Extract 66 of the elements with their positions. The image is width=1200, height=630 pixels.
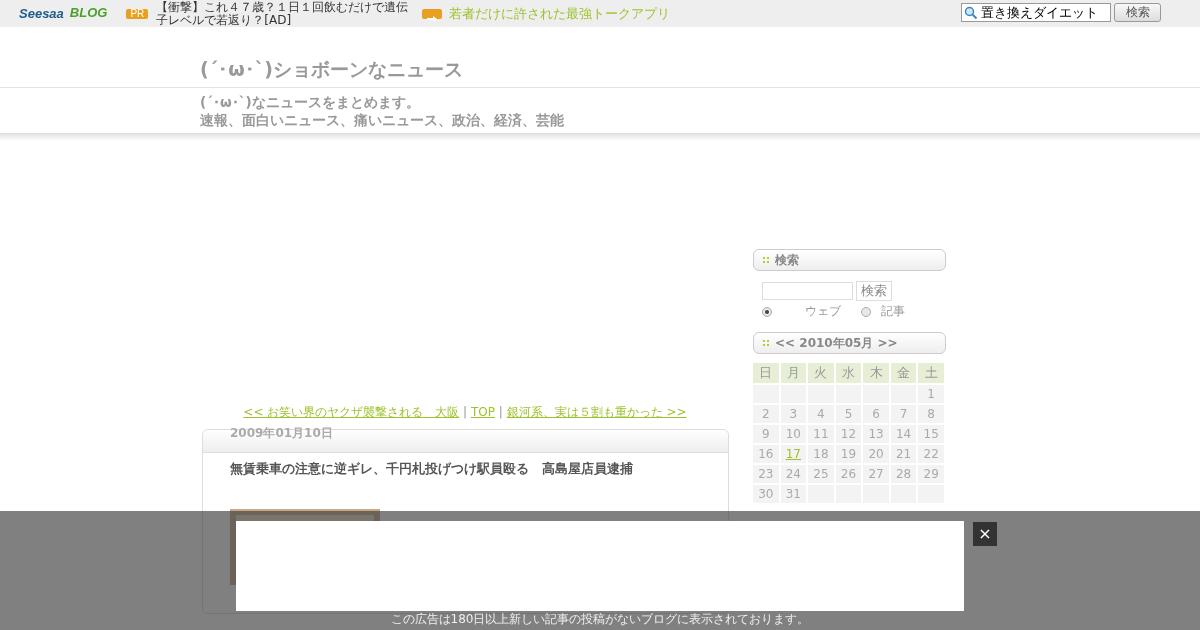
- day-cell: 9: [753, 425, 779, 443]
- day-cell: 10: [780, 425, 807, 443]
- weekday-cell: 水: [835, 363, 862, 383]
- separator: |: [463, 405, 468, 419]
- search-button[interactable]: 検索: [1114, 3, 1161, 22]
- day-cell: 22: [918, 445, 944, 463]
- weekday-cell: 金: [890, 363, 917, 383]
- day-cell: 2: [753, 405, 779, 423]
- widget-title: 検索: [775, 251, 799, 269]
- weekday-cell: 火: [808, 363, 834, 383]
- day-cell: 1: [918, 385, 944, 403]
- search-icon: [964, 5, 978, 20]
- day-cell: 14: [890, 425, 917, 443]
- search-button[interactable]: 検索: [856, 281, 892, 301]
- day-cell: 28: [890, 465, 917, 483]
- day-cell: 19: [835, 445, 862, 463]
- day-cell: 23: [753, 465, 779, 483]
- day-cell: 31: [780, 485, 807, 503]
- day-cell: 18: [808, 445, 834, 463]
- radio-label: ウェブ: [805, 303, 841, 320]
- day-cell: 3: [780, 405, 807, 423]
- seesaa-logo[interactable]: Seesaa: [19, 6, 64, 21]
- day-cell: 27: [863, 465, 889, 483]
- search-field[interactable]: 置き換えダイエット: [961, 3, 1111, 22]
- day-cell: 15: [918, 425, 944, 443]
- search-input[interactable]: [762, 282, 853, 300]
- dots-icon: [763, 257, 769, 263]
- blog-title[interactable]: (´･ω･`)ショボーンなニュース: [200, 58, 463, 80]
- dots-icon: [763, 340, 769, 346]
- post-title: 無賃乗車の注意に逆ギレ、千円札投げつけ駅員殴る 高島屋店員逮捕: [230, 461, 633, 478]
- post-date: 2009年01月10日: [230, 425, 333, 442]
- radio-label: 記事: [881, 303, 905, 320]
- widget-title: << 2010年05月 >>: [775, 334, 898, 352]
- day-cell: 29: [918, 465, 944, 483]
- day-cell: 8: [918, 405, 944, 423]
- radio-button[interactable]: [861, 306, 871, 317]
- day-cell: 30: [753, 485, 779, 503]
- day-cell: 12: [835, 425, 862, 443]
- day-cell: 24: [780, 465, 807, 483]
- day-cell: 21: [890, 445, 917, 463]
- ad-notice: この広告は180日以上新しい記事の投稿がないブログに表示されております。: [390, 612, 810, 626]
- ad-link[interactable]: 【衝撃】これ４７歳？１日１回飲むだけで遺伝子レベルで若返り？[AD]: [156, 1, 415, 26]
- day-cell: 5: [835, 405, 862, 423]
- weekday-cell: 月: [780, 363, 807, 383]
- weekday-cell: 日: [753, 363, 779, 383]
- day-cell: 7: [890, 405, 917, 423]
- day-cell: 16: [753, 445, 779, 463]
- previous-post-link[interactable]: << お笑い界のヤクザ襲撃される 大阪: [243, 405, 460, 419]
- close-button[interactable]: ×: [973, 522, 997, 546]
- day-cell: 6: [863, 405, 889, 423]
- day-cell: 11: [808, 425, 834, 443]
- radio-button[interactable]: [762, 306, 772, 317]
- top-link[interactable]: TOP: [471, 405, 495, 419]
- separator: |: [498, 405, 503, 419]
- day-cell: 4: [808, 405, 834, 423]
- day-cell: 25: [808, 465, 834, 483]
- next-post-link[interactable]: 銀河系、実は５割も重かった >>: [506, 405, 687, 419]
- day-cell: 13: [863, 425, 889, 443]
- blog-description: 速報、面白いニュース、痛いニュース、政治、経済、芸能: [200, 111, 564, 129]
- blog-description: (´･ω･`)なニュースをまとめます。: [200, 93, 420, 111]
- weekday-cell: 土: [918, 363, 944, 383]
- weekday-cell: 木: [863, 363, 889, 383]
- day-cell: 20: [863, 445, 889, 463]
- pr-badge: PR: [126, 9, 149, 19]
- blog-logo: BLOG: [69, 5, 108, 20]
- day-cell: 26: [835, 465, 862, 483]
